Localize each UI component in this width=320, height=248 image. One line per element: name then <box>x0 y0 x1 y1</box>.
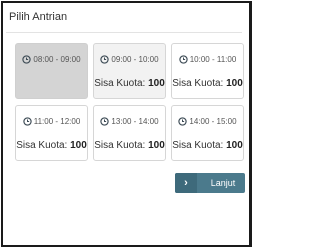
slot-time: 13:00 - 14:00 <box>111 117 159 126</box>
slot-quota: Sisa Kuota: 100 <box>172 78 243 89</box>
time-slot-11-12[interactable]: 11:00 - 12:00 Sisa Kuota: 100 <box>15 105 88 161</box>
slot-time: 14:00 - 15:00 <box>189 117 237 126</box>
slot-quota: Sisa Kuota: 100 <box>172 140 243 151</box>
time-slot-13-14[interactable]: 13:00 - 14:00 Sisa Kuota: 100 <box>93 105 166 161</box>
chevron-right-icon: › <box>175 173 197 193</box>
clock-icon <box>179 55 188 64</box>
clock-icon <box>100 117 110 126</box>
dialog-title: Pilih Antrian <box>9 11 68 23</box>
time-slot-09-10[interactable]: 09:00 - 10:00 Sisa Kuota: 100 <box>93 43 166 99</box>
slot-quota: Sisa Kuota: 100 <box>16 140 87 151</box>
clock-icon <box>23 117 32 126</box>
next-button[interactable]: › Lanjut <box>175 173 245 193</box>
next-button-label: Lanjut <box>210 178 236 188</box>
clock-icon <box>178 117 188 126</box>
time-slot-14-15[interactable]: 14:00 - 15:00 Sisa Kuota: 100 <box>171 105 244 161</box>
title-divider <box>6 32 242 33</box>
clock-icon <box>22 55 32 64</box>
slot-time: 08:00 - 09:00 <box>33 55 81 64</box>
slot-time: 10:00 - 11:00 <box>189 55 237 64</box>
clock-icon <box>100 55 110 64</box>
slot-quota: Sisa Kuota: 100 <box>94 78 165 89</box>
slot-quota: Sisa Kuota: 100 <box>94 140 165 151</box>
time-slot-08-09: 08:00 - 09:00 <box>15 43 88 99</box>
time-slot-10-11[interactable]: 10:00 - 11:00 Sisa Kuota: 100 <box>171 43 244 99</box>
time-slot-grid: 08:00 - 09:00 09:00 - 10:00 Sisa Kuota: … <box>15 43 245 161</box>
slot-time: 11:00 - 12:00 <box>33 117 81 126</box>
slot-time: 09:00 - 10:00 <box>111 55 159 64</box>
